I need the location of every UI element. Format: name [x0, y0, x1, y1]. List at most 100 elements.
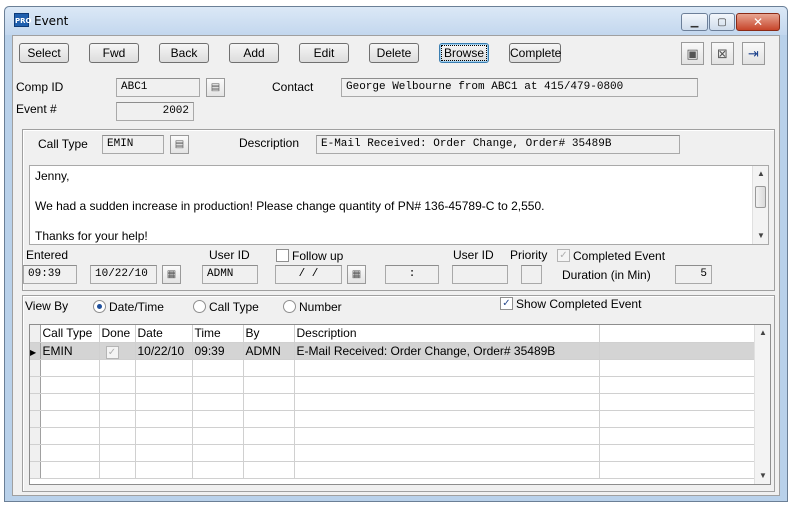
- delete-button[interactable]: Delete: [369, 43, 419, 63]
- add-button[interactable]: Add: [229, 43, 279, 63]
- row-pointer-icon: ▶: [30, 342, 41, 360]
- entered-time-field[interactable]: 09:39: [23, 265, 77, 284]
- follow-up-calendar-button[interactable]: ▦: [347, 265, 366, 284]
- user-id2-field[interactable]: [452, 265, 508, 284]
- table-row[interactable]: [30, 444, 755, 462]
- cell-filler: [599, 342, 755, 360]
- comp-id-field[interactable]: ABC1: [116, 78, 200, 97]
- user-id-field[interactable]: ADMN: [202, 265, 258, 284]
- complete-button[interactable]: Complete: [509, 43, 561, 63]
- event-table: Call Type Done Date Time By Description …: [30, 325, 755, 479]
- follow-up-checkbox[interactable]: [276, 249, 289, 262]
- description-label: Description: [239, 136, 300, 150]
- done-checkbox: ✓: [105, 346, 119, 358]
- grid-scrollbar[interactable]: ▲ ▼: [754, 325, 770, 484]
- contact-field[interactable]: George Welbourne from ABC1 at 415/479-08…: [341, 78, 698, 97]
- app-icon: PRO: [14, 13, 31, 27]
- show-completed-checkbox[interactable]: ✓: [500, 297, 513, 310]
- minimize-button[interactable]: ▁: [681, 13, 708, 31]
- browse-button[interactable]: Browse: [439, 43, 489, 63]
- close-icon: ✕: [752, 15, 764, 29]
- title-bar[interactable]: PRO Event ▁ ▢ ✕: [5, 7, 787, 35]
- follow-up-time-field[interactable]: :: [385, 265, 439, 284]
- table-row[interactable]: [30, 461, 755, 479]
- event-window: PRO Event ▁ ▢ ✕ Select Fwd Back Add Edit…: [4, 6, 788, 502]
- lookup-icon: ▤: [210, 82, 221, 93]
- call-type-field[interactable]: EMIN: [102, 135, 164, 154]
- fwd-button[interactable]: Fwd: [89, 43, 139, 63]
- scroll-up-icon[interactable]: ▲: [753, 166, 768, 182]
- back-button[interactable]: Back: [159, 43, 209, 63]
- exit-icon: ⇥: [748, 45, 759, 61]
- row-indicator-header: [30, 325, 41, 343]
- cell-call-type: EMIN: [40, 342, 100, 360]
- comp-id-lookup-button[interactable]: ▤: [206, 78, 225, 97]
- notes-line: Thanks for your help!: [35, 229, 148, 243]
- view-by-calltype-radio[interactable]: [193, 300, 206, 313]
- event-number-label: Event #: [16, 102, 57, 116]
- notes-scrollbar[interactable]: ▲ ▼: [752, 166, 768, 244]
- duration-label: Duration (in Min): [562, 268, 651, 282]
- table-row[interactable]: [30, 359, 755, 377]
- edit-button[interactable]: Edit: [299, 43, 349, 63]
- view-by-datetime-radio[interactable]: [93, 300, 106, 313]
- entered-label: Entered: [26, 248, 69, 262]
- column-header-description[interactable]: Description: [294, 325, 600, 343]
- user-id2-label: User ID: [453, 248, 494, 262]
- entered-date-calendar-button[interactable]: ▦: [162, 265, 181, 284]
- duration-field[interactable]: 5: [675, 265, 712, 284]
- column-header-call-type[interactable]: Call Type: [40, 325, 100, 343]
- table-row[interactable]: [30, 393, 755, 411]
- event-number-field[interactable]: 2002: [116, 102, 194, 121]
- completed-event-label: Completed Event: [573, 249, 666, 263]
- call-type-lookup-button[interactable]: ▤: [170, 135, 189, 154]
- column-header-by[interactable]: By: [243, 325, 295, 343]
- view-by-number-radio[interactable]: [283, 300, 296, 313]
- follow-up-date-field[interactable]: / /: [275, 265, 342, 284]
- browse-button-label: Browse: [440, 45, 487, 61]
- scrollbar-thumb[interactable]: [755, 186, 766, 208]
- view-by-calltype-label: Call Type: [209, 300, 259, 314]
- save-button[interactable]: ▣: [681, 42, 704, 65]
- exit-button[interactable]: ⇥: [742, 42, 765, 65]
- table-row[interactable]: [30, 410, 755, 428]
- column-header-date[interactable]: Date: [135, 325, 193, 343]
- select-button[interactable]: Select: [19, 43, 69, 63]
- notes-line: Jenny,: [35, 169, 70, 183]
- save-icon: ▣: [686, 45, 699, 61]
- contact-label: Contact: [272, 80, 314, 94]
- notes-textarea[interactable]: Jenny, We had a sudden increase in produ…: [29, 165, 769, 245]
- description-field[interactable]: E-Mail Received: Order Change, Order# 35…: [316, 135, 680, 154]
- cell-by: ADMN: [243, 342, 295, 360]
- priority-label: Priority: [510, 248, 548, 262]
- table-row[interactable]: ▶ EMIN ✓ 10/22/10 09:39 ADMN E-Mail Rece…: [30, 342, 755, 360]
- view-by-datetime-label: Date/Time: [109, 300, 164, 314]
- entered-date-field[interactable]: 10/22/10: [90, 265, 157, 284]
- cancel-button[interactable]: ⊠: [711, 42, 734, 65]
- notes-line: [35, 214, 763, 229]
- lookup-icon: ▤: [174, 139, 185, 150]
- scroll-up-icon[interactable]: ▲: [755, 325, 770, 341]
- maximize-button[interactable]: ▢: [709, 13, 735, 31]
- column-header-time[interactable]: Time: [192, 325, 244, 343]
- table-row[interactable]: [30, 376, 755, 394]
- scroll-down-icon[interactable]: ▼: [755, 468, 770, 484]
- table-row[interactable]: [30, 427, 755, 445]
- priority-field[interactable]: [521, 265, 542, 284]
- column-header-filler: [599, 325, 755, 343]
- completed-event-checkbox[interactable]: ✓: [557, 249, 570, 262]
- column-header-done[interactable]: Done: [99, 325, 136, 343]
- cell-date: 10/22/10: [135, 342, 193, 360]
- event-list-grid[interactable]: Call Type Done Date Time By Description …: [29, 324, 771, 485]
- calendar-icon: ▦: [166, 269, 177, 280]
- scroll-down-icon[interactable]: ▼: [753, 228, 768, 244]
- cell-done[interactable]: ✓: [99, 342, 136, 360]
- follow-up-label: Follow up: [292, 249, 344, 263]
- notes-line: [35, 184, 763, 199]
- cancel-icon: ⊠: [717, 45, 728, 61]
- client-area: Select Fwd Back Add Edit Delete Browse C…: [12, 35, 780, 496]
- close-button[interactable]: ✕: [736, 13, 780, 31]
- calendar-icon: ▦: [351, 269, 362, 280]
- cell-time: 09:39: [192, 342, 244, 360]
- view-by-number-label: Number: [299, 300, 342, 314]
